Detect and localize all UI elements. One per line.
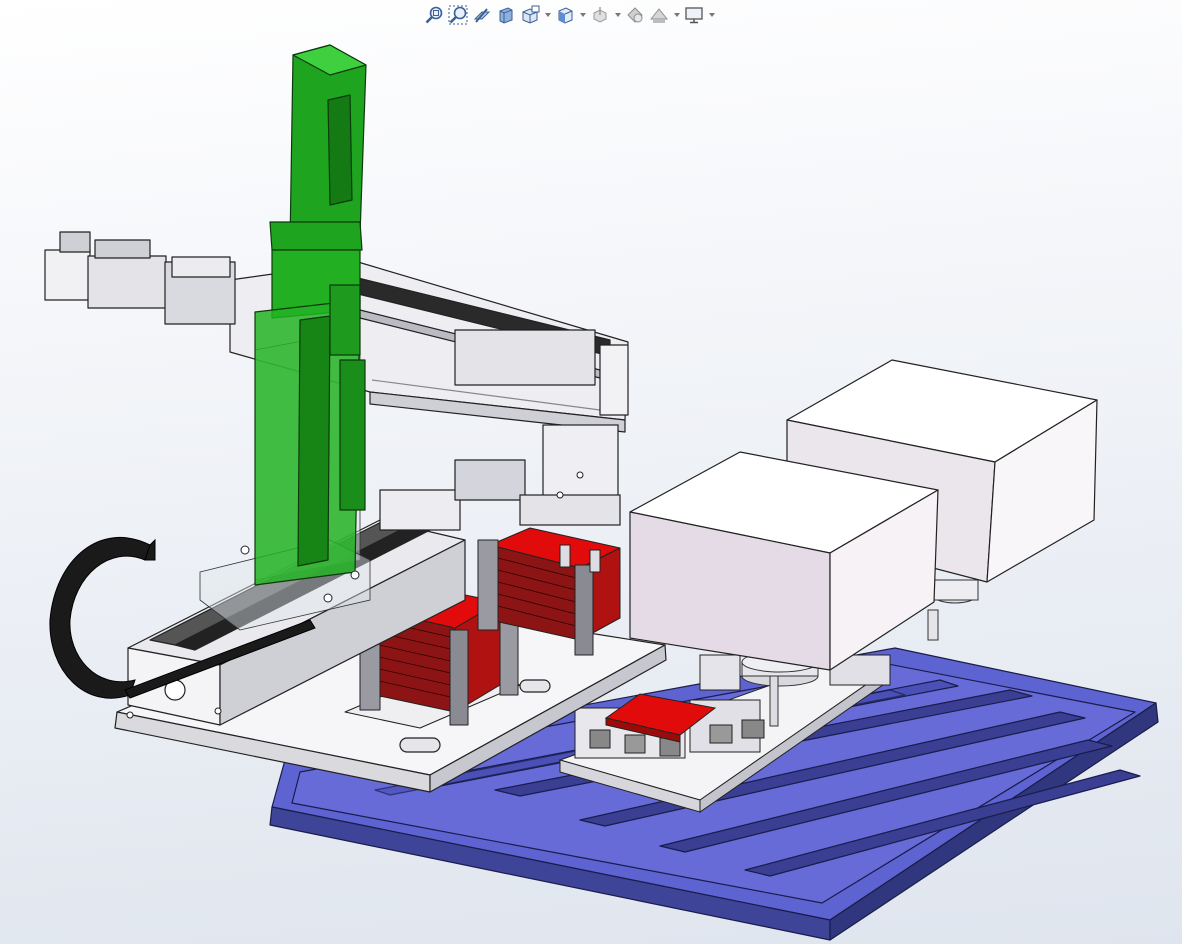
front-laser-box [629,451,939,671]
vertical-bracket [519,424,621,526]
graphics-area[interactable] [0,0,1182,944]
z-axis-module-green [254,44,367,586]
x-axis-servo-motor [44,231,236,325]
cad-model-assembly[interactable] [0,0,1182,944]
